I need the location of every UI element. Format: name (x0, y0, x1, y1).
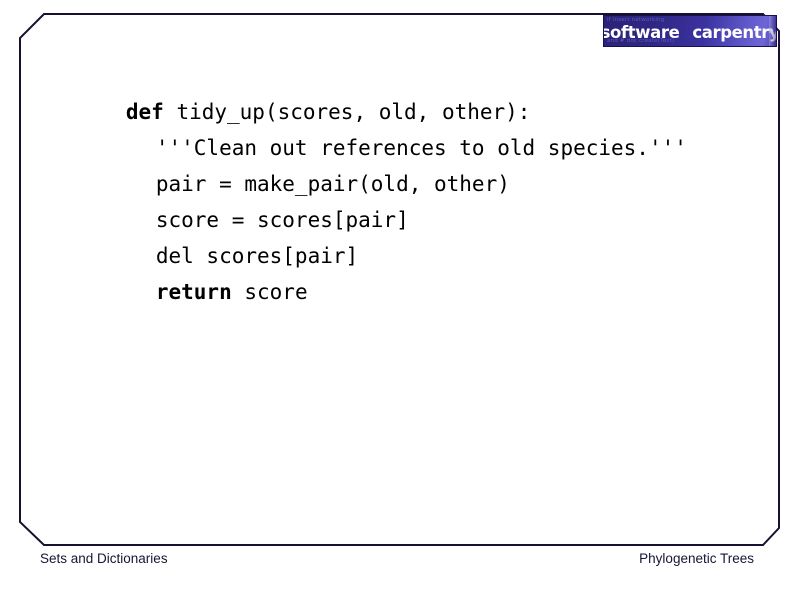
code-text: tidy_up(scores, old, other): (176, 100, 531, 124)
slide-canvas: if insert networking software carpentry … (0, 0, 794, 595)
code-text: del scores[pair] (155, 244, 359, 268)
code-keyword: return (155, 280, 245, 304)
code-text: score = scores[pair] (155, 208, 409, 232)
code-keyword: def (125, 100, 177, 124)
footer-section-title: Sets and Dictionaries (40, 551, 168, 566)
code-line: def tidy_up(scores, old, other): (0, 58, 794, 124)
code-text: pair = make_pair(old, other) (155, 172, 510, 196)
logo-tick-icon: ≡ (768, 27, 774, 35)
footer-topic-title: Phylogenetic Trees (639, 551, 754, 566)
code-block: def tidy_up(scores, old, other): '''Clea… (0, 58, 794, 304)
logo-background-text-bottom: and # doc create(Text) (607, 38, 675, 44)
code-text: '''Clean out references to old species.'… (155, 136, 687, 160)
software-carpentry-logo: if insert networking software carpentry … (603, 15, 777, 47)
code-text: score (244, 280, 308, 304)
